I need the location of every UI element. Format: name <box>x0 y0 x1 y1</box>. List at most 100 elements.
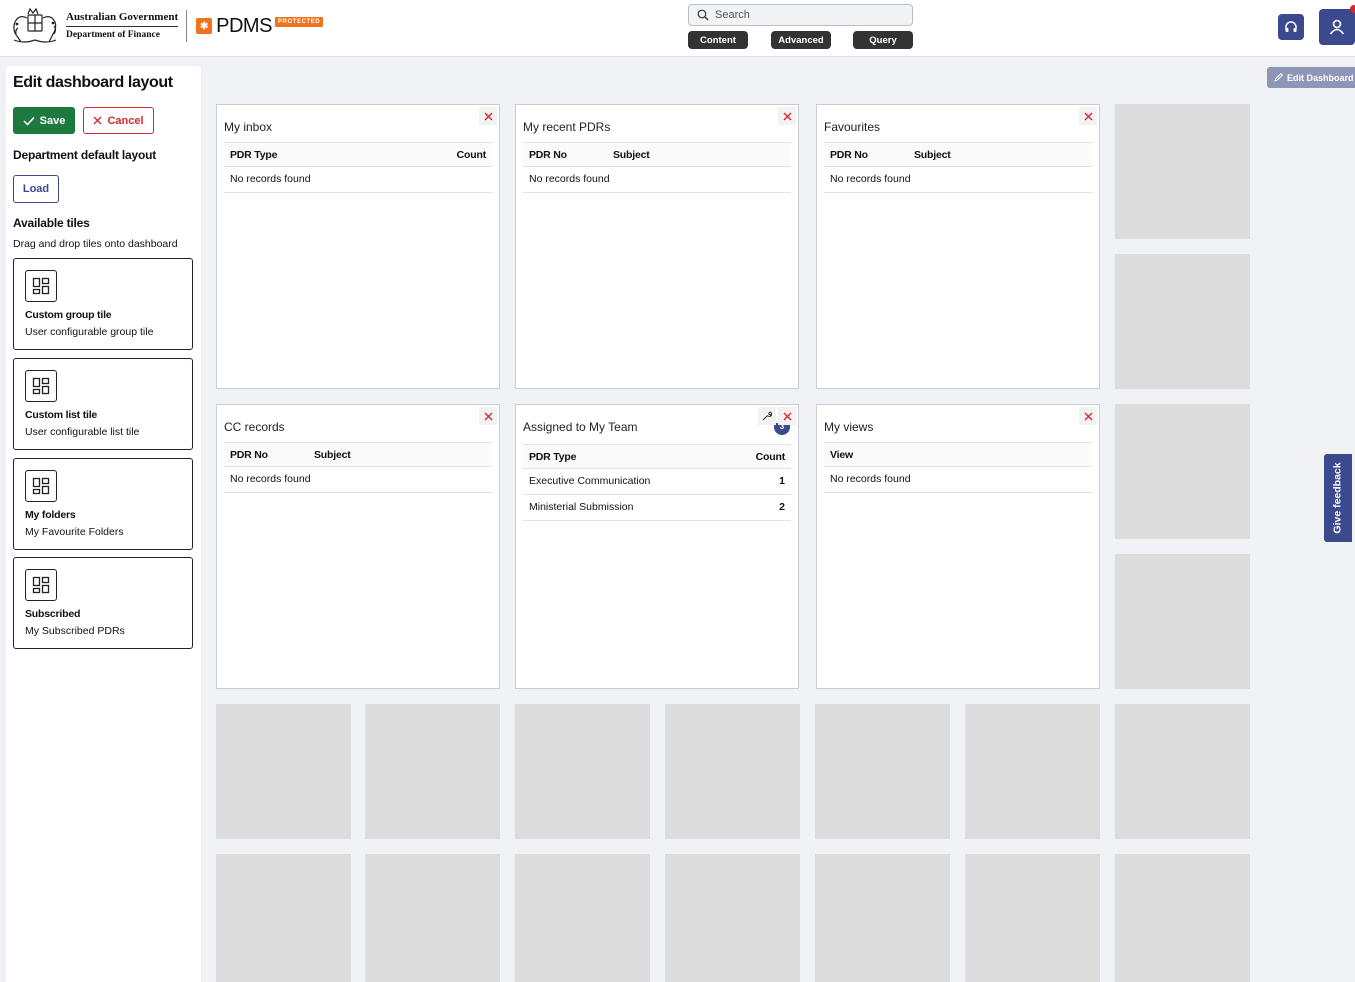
tile-my-inbox[interactable]: My inbox PDR Type Count No records found <box>216 104 500 389</box>
close-icon <box>1084 412 1092 420</box>
empty-drop-slot[interactable] <box>965 704 1100 839</box>
query-search-button[interactable]: Query <box>853 31 913 49</box>
pdr-type-cell: Ministerial Submission <box>523 494 728 521</box>
table-header-row: PDR No Subject <box>824 142 1092 167</box>
empty-message: No records found <box>824 166 1092 193</box>
empty-drop-slot[interactable] <box>815 704 950 839</box>
search-box[interactable] <box>688 4 913 26</box>
cancel-button[interactable]: Cancel <box>83 107 154 134</box>
empty-drop-slot[interactable] <box>216 704 351 839</box>
notification-dot <box>1350 5 1355 13</box>
close-icon <box>484 412 492 420</box>
table-header-row: View <box>824 442 1092 467</box>
empty-drop-slot[interactable] <box>216 854 351 982</box>
column-header[interactable]: PDR No <box>224 442 314 467</box>
remove-tile-button[interactable] <box>778 107 796 125</box>
pdr-type-cell: Executive Communication <box>523 468 728 495</box>
empty-drop-slot[interactable] <box>1115 854 1250 982</box>
tile-table: View No records found <box>824 442 1092 493</box>
tile-table: PDR No Subject No records found <box>523 142 791 193</box>
column-header[interactable]: PDR Type <box>224 142 382 167</box>
tile-title: CC records <box>224 420 285 434</box>
save-button[interactable]: Save <box>13 107 75 134</box>
tile-title: My views <box>824 420 874 434</box>
table-header-row: PDR No Subject <box>523 142 791 167</box>
available-tile-subscribed[interactable]: Subscribed My Subscribed PDRs <box>13 557 193 649</box>
tile-grid-icon <box>25 270 57 302</box>
advanced-search-button[interactable]: Advanced <box>771 31 831 49</box>
column-header[interactable]: Count <box>727 444 791 469</box>
edit-dashboard-label: Edit Dashboard <box>1287 72 1354 83</box>
empty-drop-slot[interactable] <box>815 854 950 982</box>
empty-drop-slot[interactable] <box>665 704 800 839</box>
tile-title: Custom list tile <box>25 409 98 421</box>
empty-drop-slot[interactable] <box>1115 254 1250 389</box>
empty-drop-slot[interactable] <box>965 854 1100 982</box>
column-header[interactable]: PDR No <box>824 142 914 167</box>
app-name: PDMS <box>216 14 272 37</box>
remove-tile-button[interactable] <box>479 407 497 425</box>
support-button[interactable] <box>1278 14 1304 40</box>
remove-tile-button[interactable] <box>479 107 497 125</box>
check-icon <box>23 116 35 126</box>
tile-table: PDR No Subject No records found <box>824 142 1092 193</box>
configure-tile-button[interactable] <box>758 407 776 425</box>
load-button[interactable]: Load <box>13 175 59 203</box>
empty-drop-slot[interactable] <box>365 704 500 839</box>
edit-dashboard-button[interactable]: Edit Dashboard <box>1267 67 1355 88</box>
empty-drop-slot[interactable] <box>1115 104 1250 239</box>
count-cell: 2 <box>727 494 791 521</box>
empty-drop-slot[interactable] <box>365 854 500 982</box>
classification-badge: PROTECTED <box>274 17 324 27</box>
user-menu-button[interactable] <box>1319 5 1355 45</box>
available-tile-custom-list[interactable]: Custom list tile User configurable list … <box>13 358 193 450</box>
tile-table: PDR Type Count No records found <box>224 142 492 193</box>
close-icon <box>783 412 791 420</box>
available-tile-my-folders[interactable]: My folders My Favourite Folders <box>13 458 193 550</box>
pdms-logo-icon: ✱ <box>196 18 213 34</box>
empty-drop-slot[interactable] <box>1115 554 1250 689</box>
tile-my-views[interactable]: My views View No records found <box>816 404 1100 689</box>
tile-title: My folders <box>25 509 76 521</box>
empty-drop-slot[interactable] <box>515 854 650 982</box>
column-header[interactable]: View <box>824 442 1092 467</box>
tile-table: PDR No Subject No records found <box>224 442 492 493</box>
content-search-button[interactable]: Content <box>688 31 748 49</box>
coat-of-arms-icon <box>13 7 57 43</box>
column-header[interactable]: Subject <box>314 442 492 467</box>
available-tile-custom-group[interactable]: Custom group tile User configurable grou… <box>13 258 193 350</box>
close-icon <box>1084 112 1092 120</box>
default-layout-heading: Department default layout <box>13 148 157 162</box>
empty-drop-slot[interactable] <box>665 854 800 982</box>
give-feedback-button[interactable]: Give feedback <box>1324 454 1352 542</box>
tile-desc: My Favourite Folders <box>25 526 124 538</box>
column-header[interactable]: Subject <box>914 142 1092 167</box>
table-row[interactable]: Ministerial Submission 2 <box>523 494 791 521</box>
tile-cc-records[interactable]: CC records PDR No Subject No records fou… <box>216 404 500 689</box>
table-row[interactable]: Executive Communication 1 <box>523 468 791 495</box>
table-row: No records found <box>224 166 492 193</box>
column-header[interactable]: PDR No <box>523 142 613 167</box>
empty-drop-slot[interactable] <box>1115 404 1250 539</box>
panel-title: Edit dashboard layout <box>13 74 173 91</box>
remove-tile-button[interactable] <box>778 407 796 425</box>
search-input[interactable] <box>715 9 895 21</box>
count-cell: 1 <box>727 468 791 495</box>
column-header[interactable]: Count <box>381 142 492 167</box>
tile-favourites[interactable]: Favourites PDR No Subject No records fou… <box>816 104 1100 389</box>
gov-line-1: Australian Government <box>66 10 179 27</box>
remove-tile-button[interactable] <box>1079 407 1097 425</box>
tile-my-recent-pdrs[interactable]: My recent PDRs PDR No Subject No records… <box>515 104 799 389</box>
logo[interactable]: Australian Government Department of Fina… <box>8 6 324 46</box>
empty-drop-slot[interactable] <box>515 704 650 839</box>
column-header[interactable]: Subject <box>613 142 791 167</box>
user-icon <box>1329 19 1345 35</box>
column-header[interactable]: PDR Type <box>523 444 728 469</box>
tile-desc: User configurable list tile <box>25 426 140 438</box>
empty-drop-slot[interactable] <box>1115 704 1250 839</box>
edit-layout-panel: Edit dashboard layout Save Cancel Depart… <box>6 66 201 982</box>
tile-title: Custom group tile <box>25 309 112 321</box>
tile-assigned-to-my-team[interactable]: Assigned to My Team 3 PDR Type Count Exe… <box>515 404 799 689</box>
table-row: No records found <box>824 166 1092 193</box>
remove-tile-button[interactable] <box>1079 107 1097 125</box>
